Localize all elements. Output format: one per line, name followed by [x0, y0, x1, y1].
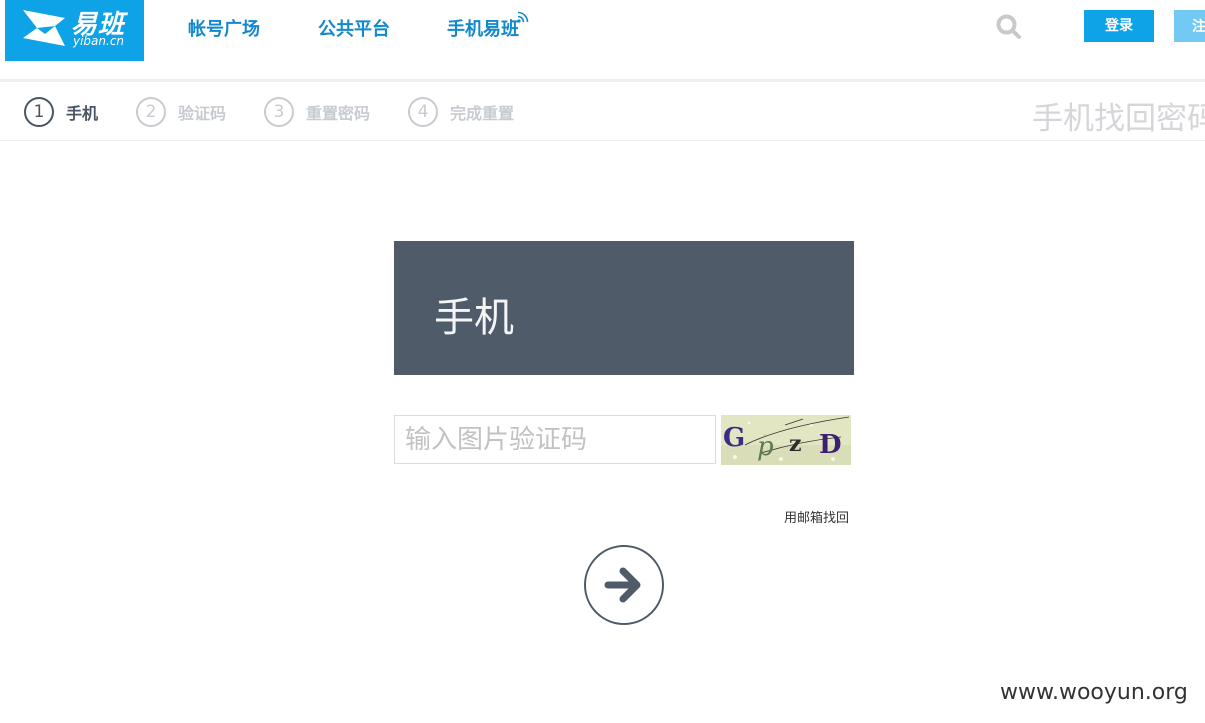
arrow-right-icon	[604, 567, 641, 603]
svg-text:z: z	[789, 431, 802, 457]
captcha-input[interactable]	[394, 415, 716, 464]
step-number: 3	[264, 97, 294, 127]
header: 易班 yiban.cn 帐号广场 公共平台 手机易班 登录 注	[0, 0, 1205, 82]
site-logo[interactable]: 易班 yiban.cn	[5, 0, 144, 61]
card-header: 手机	[394, 241, 854, 375]
step-label: 手机	[66, 104, 99, 123]
page-title: 手机找回密码	[1032, 101, 1205, 137]
step-label: 重置密码	[306, 104, 371, 123]
step-progress: 1 手机 2 验证码 3 重置密码 4 完成重置 手机找回密码	[0, 85, 1205, 141]
svg-text:p: p	[757, 432, 774, 462]
step-label: 完成重置	[450, 104, 515, 123]
nav-mobile-yiban[interactable]: 手机易班	[447, 15, 519, 41]
step-number: 1	[24, 97, 54, 127]
step-number: 2	[136, 97, 166, 127]
captcha-image[interactable]: G p z D	[721, 415, 851, 465]
watermark: www.wooyun.org	[1000, 680, 1188, 705]
svg-text:D: D	[819, 430, 842, 460]
next-button[interactable]	[584, 545, 664, 625]
find-by-email-link[interactable]: 用邮箱找回	[784, 507, 849, 526]
step-2: 2 验证码	[136, 97, 226, 127]
svg-text:G: G	[723, 423, 745, 453]
search-icon[interactable]	[996, 14, 1022, 44]
page: 易班 yiban.cn 帐号广场 公共平台 手机易班 登录 注 1 手机 2 验…	[0, 0, 1205, 723]
step-number: 4	[408, 97, 438, 127]
step-1: 1 手机	[24, 97, 98, 127]
step-4: 4 完成重置	[408, 97, 514, 127]
register-button[interactable]: 注	[1174, 10, 1205, 42]
step-label: 验证码	[178, 104, 227, 123]
wifi-icon	[517, 8, 529, 27]
nav-public-platform[interactable]: 公共平台	[318, 15, 390, 41]
nav-account-square[interactable]: 帐号广场	[188, 15, 260, 41]
card-title: 手机	[434, 295, 514, 341]
login-button[interactable]: 登录	[1084, 10, 1154, 42]
logo-mark-icon	[23, 10, 65, 46]
logo-name-en: yiban.cn	[73, 34, 125, 48]
step-3: 3 重置密码	[264, 97, 370, 127]
